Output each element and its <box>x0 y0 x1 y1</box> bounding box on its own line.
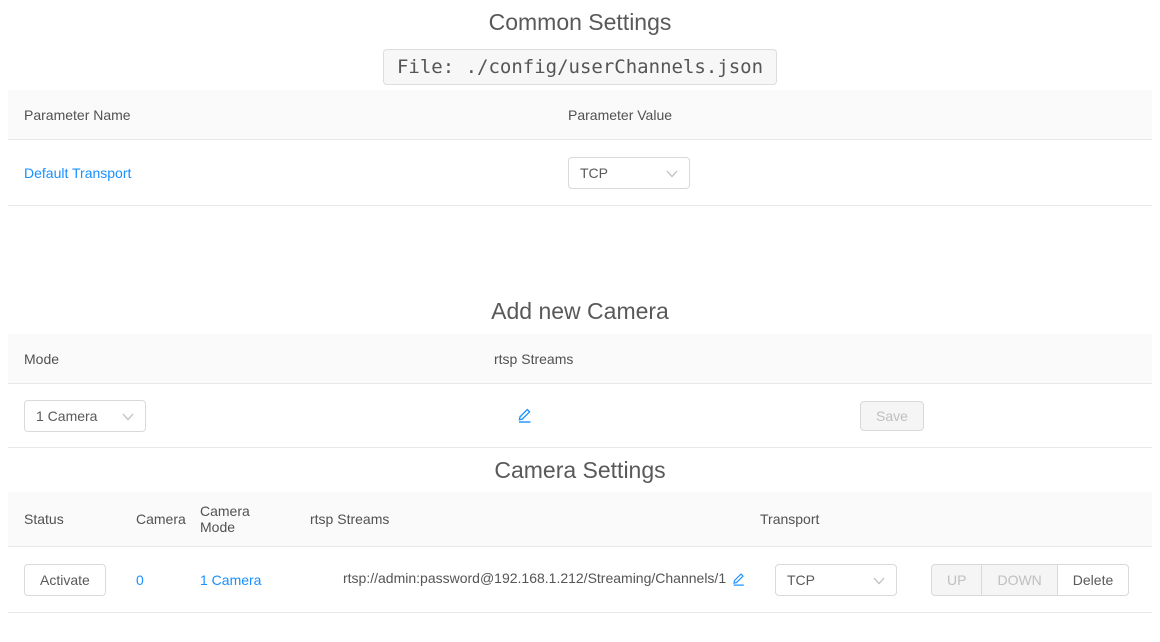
header-status: Status <box>24 511 64 527</box>
common-settings-table-header: Parameter Name Parameter Value <box>8 90 1152 140</box>
table-row: 1 Camera Save <box>8 384 1152 448</box>
table-row: Default Transport TCP <box>8 140 1152 206</box>
add-new-camera-table-header: Mode rtsp Streams <box>8 334 1152 384</box>
chevron-down-icon <box>873 572 885 588</box>
header-camera: Camera <box>136 511 186 527</box>
default-transport-select[interactable]: TCP <box>568 156 690 189</box>
camera-settings-table: Status Camera Camera Mode rtsp Streams T… <box>8 492 1152 613</box>
mode-select[interactable]: 1 Camera <box>24 399 146 432</box>
header-parameter-value: Parameter Value <box>568 106 673 123</box>
default-transport-link[interactable]: Default Transport <box>24 165 131 181</box>
header-rtsp-streams: rtsp Streams <box>310 511 390 527</box>
config-file-label: File: ./config/userChannels.json <box>382 49 778 85</box>
config-file-wrap: File: ./config/userChannels.json <box>0 49 1160 85</box>
header-camera-mode: Camera Mode <box>200 503 250 535</box>
transport-select[interactable]: TCP <box>775 563 897 596</box>
camera-index-link[interactable]: 0 <box>136 572 144 588</box>
common-settings-title: Common Settings <box>488 9 672 35</box>
mode-select-value: 1 Camera <box>36 407 98 424</box>
header-parameter-name: Parameter Name <box>24 106 131 123</box>
activate-button[interactable]: Activate <box>24 563 106 596</box>
camera-settings-table-header: Status Camera Camera Mode rtsp Streams T… <box>8 492 1152 547</box>
up-button[interactable]: UP <box>931 563 983 596</box>
common-settings-table: Parameter Name Parameter Value Default T… <box>8 90 1152 206</box>
header-mode: Mode <box>24 350 60 367</box>
add-new-camera-table: Mode rtsp Streams 1 Camera Save <box>8 334 1152 448</box>
camera-settings-title: Camera Settings <box>494 457 666 483</box>
transport-select-value: TCP <box>787 571 815 588</box>
edit-icon[interactable] <box>516 406 533 426</box>
rtsp-stream-url: rtsp://admin:password@192.168.1.212/Stre… <box>343 570 746 586</box>
add-new-camera-title: Add new Camera <box>491 298 669 324</box>
default-transport-select-value: TCP <box>580 164 608 181</box>
header-rtsp-streams: rtsp Streams <box>494 350 574 367</box>
row-actions-group: UP DOWN Delete <box>931 563 1130 596</box>
camera-mode-link[interactable]: 1 Camera <box>200 572 261 588</box>
save-button[interactable]: Save <box>860 400 924 431</box>
chevron-down-icon <box>122 408 134 424</box>
delete-button[interactable]: Delete <box>1056 563 1130 596</box>
rtsp-stream-url-text: rtsp://admin:password@192.168.1.212/Stre… <box>343 570 727 587</box>
down-button[interactable]: DOWN <box>981 563 1058 596</box>
chevron-down-icon <box>666 165 678 181</box>
header-transport: Transport <box>760 511 820 527</box>
table-row: Activate 0 1 Camera rtsp://admin:passwor… <box>8 547 1152 613</box>
